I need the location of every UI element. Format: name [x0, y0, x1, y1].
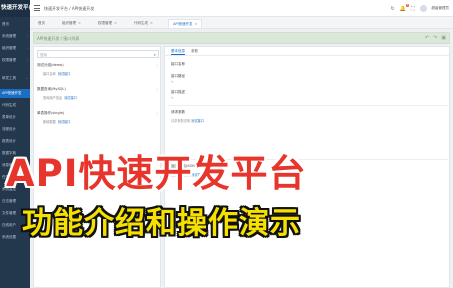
search-input[interactable]: 搜索 ⌕	[37, 50, 159, 58]
chevron-right-icon: ›	[26, 34, 28, 38]
notification-badge: 1	[406, 3, 409, 7]
app-brand: 快速开发平台	[0, 0, 30, 17]
top-bar: 快速开发平台 / API快速开发 ↻ 🔔 1 ⛶ 超级管理员	[30, 0, 453, 17]
list-item[interactable]: 查询用户信息 测试接口	[43, 95, 159, 100]
tree-group[interactable]: 测试分组(demo) ⋮ 接口名称 测试接口	[37, 63, 159, 76]
user-name[interactable]: 超级管理员	[432, 6, 450, 11]
detail-tabs: 基本信息 参数	[165, 47, 449, 56]
sidebar-item-label: 文件管理	[2, 211, 16, 215]
sidebar-item-label: 在线用户	[2, 223, 16, 227]
sidebar-item-label: 组织管理	[2, 46, 16, 50]
sidebar-item-devtools[interactable]: 研发工具 ⌄	[0, 74, 30, 83]
tree-group[interactable]: 单表操作(single) ⋮ 新增数据 测试接口	[37, 111, 159, 124]
sidebar-item-flow[interactable]: 流程设计	[0, 125, 30, 134]
test-link[interactable]: 测试接口	[58, 72, 71, 76]
tab-label: 权限管理	[98, 21, 112, 25]
test-link[interactable]: 测试接口	[191, 119, 204, 123]
sidebar-item-label: 权限管理	[2, 58, 16, 62]
edit-icon[interactable]: ✎	[171, 96, 174, 100]
fullscreen-icon[interactable]: ⛶	[411, 6, 415, 12]
refresh-icon[interactable]: ↻	[391, 6, 395, 12]
sidebar-item-label: 系统设置	[2, 235, 16, 239]
save-icon[interactable]: ▣	[441, 35, 446, 41]
tab-api[interactable]: API快速开发 ×	[168, 19, 203, 28]
avatar[interactable]	[419, 5, 427, 12]
back-icon[interactable]: ↶	[425, 35, 429, 41]
divider	[168, 105, 448, 106]
tab-codegen[interactable]: 代码生成 ×	[130, 19, 157, 28]
sidebar-item-perm[interactable]: 权限管理 ›	[0, 56, 30, 65]
more-icon[interactable]: ⋮	[155, 63, 159, 68]
section-title-params: 请求参数	[171, 110, 185, 114]
sidebar-item-form[interactable]: 表单设计	[0, 113, 30, 122]
toolbar-path: API快速开发 / 接口列表	[37, 35, 80, 41]
close-icon[interactable]: ×	[78, 21, 81, 25]
overlay-subtitle: 功能介绍和操作演示	[22, 206, 301, 241]
test-link[interactable]: 测试接口	[64, 96, 77, 100]
sidebar-item-label: 首页	[2, 22, 9, 26]
list-item[interactable]: 新增数据 测试接口	[43, 119, 159, 124]
sidebar-item-label: 流程设计	[2, 127, 16, 131]
tab-home[interactable]: 首页	[34, 19, 49, 28]
chevron-down-icon: ⌄	[25, 76, 28, 80]
chevron-right-icon: ›	[26, 46, 28, 50]
field-label-name: 接口名称	[171, 62, 185, 66]
tab-label: 代码生成	[134, 21, 148, 25]
sidebar-item-home[interactable]: 首页	[0, 20, 30, 29]
tree-group-title[interactable]: 数据查询(MySQL)	[37, 87, 159, 92]
content-toolbar: API快速开发 / 接口列表 ↶ ↷ ▣	[33, 32, 450, 44]
close-icon[interactable]: ×	[195, 22, 198, 26]
toolbar-icons: ↶ ↷ ▣	[425, 35, 446, 41]
tab-perm[interactable]: 权限管理 ×	[94, 19, 121, 28]
sidebar-item-codegen[interactable]: 代码生成	[0, 101, 30, 110]
tab-basic-info[interactable]: 基本信息	[171, 49, 185, 55]
test-link[interactable]: 测试接口	[58, 120, 71, 124]
sidebar-item-label: 表单设计	[2, 115, 16, 119]
menu-icon[interactable]	[34, 5, 40, 11]
close-icon[interactable]: ×	[150, 21, 153, 25]
page-tabs: 首页 组织管理 × 权限管理 × 代码生成 × API快速开发 ×	[30, 17, 453, 29]
sidebar-item-label: 日志管理	[2, 199, 16, 203]
sidebar-item-label: 代码生成	[2, 103, 16, 107]
search-placeholder: 搜索	[40, 52, 47, 57]
list-item[interactable]: 接口名称 测试接口	[43, 71, 159, 76]
tree-group-title[interactable]: 单表操作(single)	[37, 111, 159, 116]
more-icon[interactable]: ⋮	[155, 87, 159, 92]
forward-icon[interactable]: ↷	[433, 35, 437, 41]
tree-item-label: 新增数据	[43, 120, 56, 124]
tab-label: 组织管理	[62, 21, 76, 25]
sidebar-item-label: API快速开发	[2, 91, 22, 95]
sidebar-item-system[interactable]: 系统管理 ›	[0, 32, 30, 41]
params-desc: 请求参数说明	[171, 119, 191, 123]
tab-label: 首页	[38, 21, 45, 25]
sidebar-item-org[interactable]: 组织管理 ›	[0, 44, 30, 53]
tree-item-label: 接口名称	[43, 72, 56, 76]
close-icon[interactable]: ×	[114, 21, 117, 25]
overlay-title: API快速开发平台	[6, 152, 307, 195]
section-desc-params: 请求参数说明 测试接口	[171, 118, 204, 123]
top-right-actions: ↻ 🔔 1 ⛶ 超级管理员	[391, 0, 449, 17]
tree-group-title[interactable]: 测试分组(demo)	[37, 63, 159, 68]
tab-label: API快速开发	[173, 22, 193, 26]
tab-params[interactable]: 参数	[191, 49, 198, 54]
bell-icon[interactable]: 🔔 1	[400, 3, 409, 12]
search-icon[interactable]: ⌕	[154, 52, 156, 57]
field-label-desc: 接口描述	[171, 90, 185, 94]
tree-group[interactable]: 数据查询(MySQL) ⋮ 查询用户信息 测试接口	[37, 87, 159, 100]
chevron-right-icon: ›	[26, 58, 28, 62]
breadcrumb: 快速开发平台 / API快速开发	[44, 5, 95, 11]
edit-icon[interactable]: ✎	[171, 80, 174, 84]
tab-org[interactable]: 组织管理 ×	[58, 19, 85, 28]
field-label-path: 接口路径	[171, 74, 185, 78]
sidebar-item-label: 研发工具	[2, 76, 16, 80]
sidebar-item-label: 系统管理	[2, 34, 16, 38]
more-icon[interactable]: ⋮	[155, 111, 159, 116]
tree-item-label: 查询用户信息	[43, 96, 63, 100]
sidebar-item-api[interactable]: API快速开发	[0, 89, 30, 98]
